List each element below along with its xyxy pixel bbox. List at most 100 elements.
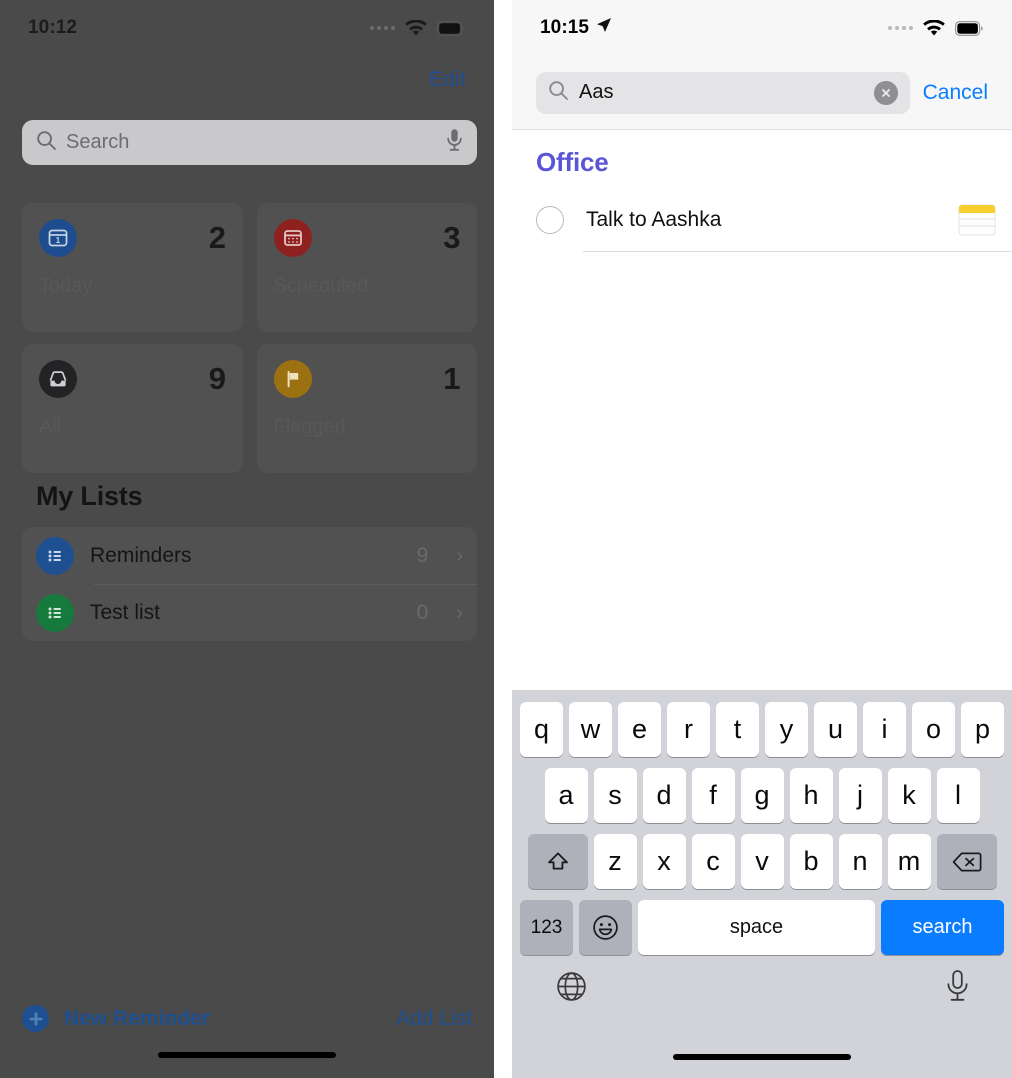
key-n[interactable]: n xyxy=(838,834,882,889)
list-count: 9 xyxy=(416,543,429,567)
card-label: Today xyxy=(39,275,93,297)
space-key[interactable]: space xyxy=(638,900,875,955)
clear-circle-icon[interactable] xyxy=(873,80,898,105)
on-screen-keyboard: q w e r t y u i o p a s d f g h j k l z … xyxy=(512,690,1012,1078)
key-g[interactable]: g xyxy=(740,768,784,823)
plus-circle-icon xyxy=(22,1005,49,1032)
battery-icon xyxy=(955,20,984,36)
search-input[interactable]: Aas xyxy=(536,71,910,114)
key-q[interactable]: q xyxy=(520,702,563,757)
globe-language-icon[interactable] xyxy=(556,971,587,1007)
status-time: 10:12 xyxy=(28,17,78,38)
status-bar-right: 10:15 xyxy=(512,0,1012,56)
search-input[interactable]: Search xyxy=(22,120,477,165)
key-m[interactable]: m xyxy=(887,834,931,889)
status-time-group: 10:15 xyxy=(540,17,612,39)
key-s[interactable]: s xyxy=(593,768,637,823)
my-lists-group: Reminders 9 › Test list 0 › xyxy=(22,527,477,641)
search-placeholder: Search xyxy=(66,131,130,153)
smart-card-today[interactable]: 1 2 Today xyxy=(22,203,243,332)
home-indicator xyxy=(158,1052,336,1058)
bulleted-list-icon xyxy=(36,536,74,575)
smart-card-flagged[interactable]: 1 Flagged xyxy=(256,344,477,473)
card-label: Flagged xyxy=(273,416,346,438)
numbers-key[interactable]: 123 xyxy=(520,900,573,955)
shift-arrow-icon[interactable] xyxy=(527,834,588,889)
new-reminder-label: New Reminder xyxy=(64,1006,210,1030)
key-b[interactable]: b xyxy=(789,834,833,889)
inbox-tray-icon xyxy=(39,360,77,398)
screenshot-stage: 10:12 Edit Search 1 2 Today 3 Scheduled … xyxy=(0,0,1012,1078)
svg-text:1: 1 xyxy=(56,235,61,245)
key-x[interactable]: x xyxy=(642,834,686,889)
key-l[interactable]: l xyxy=(936,768,980,823)
signal-dots-icon xyxy=(370,26,395,30)
key-z[interactable]: z xyxy=(593,834,637,889)
key-c[interactable]: c xyxy=(691,834,735,889)
signal-dots-icon xyxy=(888,26,913,30)
card-header: 1 2 xyxy=(39,219,226,257)
wifi-icon xyxy=(404,19,428,37)
key-f[interactable]: f xyxy=(691,768,735,823)
key-o[interactable]: o xyxy=(912,702,955,757)
card-count: 2 xyxy=(208,220,226,255)
list-item-test-list[interactable]: Test list 0 › xyxy=(22,584,477,641)
edit-button[interactable]: Edit xyxy=(429,68,466,92)
flag-icon xyxy=(273,360,312,398)
result-row[interactable]: Talk to Aashka xyxy=(512,188,1012,252)
key-r[interactable]: r xyxy=(667,702,710,757)
home-indicator xyxy=(673,1054,851,1060)
key-w[interactable]: w xyxy=(569,702,612,757)
key-j[interactable]: j xyxy=(838,768,882,823)
key-a[interactable]: a xyxy=(544,768,588,823)
location-arrow-icon xyxy=(596,17,612,39)
battery-icon xyxy=(437,20,466,36)
calendar-icon xyxy=(273,219,312,257)
chevron-right-icon: › xyxy=(456,601,463,624)
dictation-microphone-icon[interactable] xyxy=(945,969,970,1008)
card-header: 1 xyxy=(273,360,460,398)
key-h[interactable]: h xyxy=(789,768,833,823)
bottom-toolbar: New Reminder Add List xyxy=(0,1005,494,1032)
list-item-reminders[interactable]: Reminders 9 › xyxy=(22,527,477,584)
microphone-icon[interactable] xyxy=(446,128,463,157)
card-count: 1 xyxy=(443,361,460,396)
bulleted-list-icon xyxy=(36,593,74,632)
cancel-button[interactable]: Cancel xyxy=(923,81,988,105)
key-i[interactable]: i xyxy=(863,702,906,757)
notes-app-icon[interactable] xyxy=(958,203,996,237)
keyboard-bottom-bar xyxy=(512,955,1012,1029)
status-time: 10:15 xyxy=(540,17,590,38)
search-value: Aas xyxy=(579,81,614,103)
card-header: 9 xyxy=(39,360,226,398)
key-t[interactable]: t xyxy=(716,702,759,757)
keyboard-row-2: a s d f g h j k l xyxy=(512,757,1012,823)
emoji-smiley-icon[interactable] xyxy=(579,900,632,955)
keyboard-row-1: q w e r t y u i o p xyxy=(512,690,1012,757)
backspace-delete-icon[interactable] xyxy=(936,834,997,889)
search-return-key[interactable]: search xyxy=(881,900,1004,955)
smart-card-all[interactable]: 9 All xyxy=(22,344,243,473)
search-bar: Aas Cancel xyxy=(512,56,1012,130)
key-p[interactable]: p xyxy=(961,702,1004,757)
key-d[interactable]: d xyxy=(642,768,686,823)
card-label: All xyxy=(39,416,62,438)
key-y[interactable]: y xyxy=(765,702,808,757)
card-count: 9 xyxy=(208,361,226,396)
search-icon xyxy=(36,130,57,156)
search-icon xyxy=(548,80,569,106)
key-e[interactable]: e xyxy=(618,702,661,757)
card-count: 3 xyxy=(443,220,460,255)
key-u[interactable]: u xyxy=(814,702,857,757)
key-k[interactable]: k xyxy=(887,768,931,823)
result-group-title: Office xyxy=(536,147,609,177)
unchecked-circle-icon[interactable] xyxy=(536,206,564,234)
new-reminder-button[interactable]: New Reminder xyxy=(22,1005,210,1032)
smart-list-cards: 1 2 Today 3 Scheduled 9 All 1 Flagged xyxy=(22,203,477,473)
key-v[interactable]: v xyxy=(740,834,784,889)
list-name: Reminders xyxy=(90,543,192,567)
add-list-button[interactable]: Add List xyxy=(396,1007,472,1031)
smart-card-scheduled[interactable]: 3 Scheduled xyxy=(256,203,477,332)
my-lists-heading: My Lists xyxy=(36,481,143,511)
search-results: Office Talk to Aashka xyxy=(512,131,1012,252)
